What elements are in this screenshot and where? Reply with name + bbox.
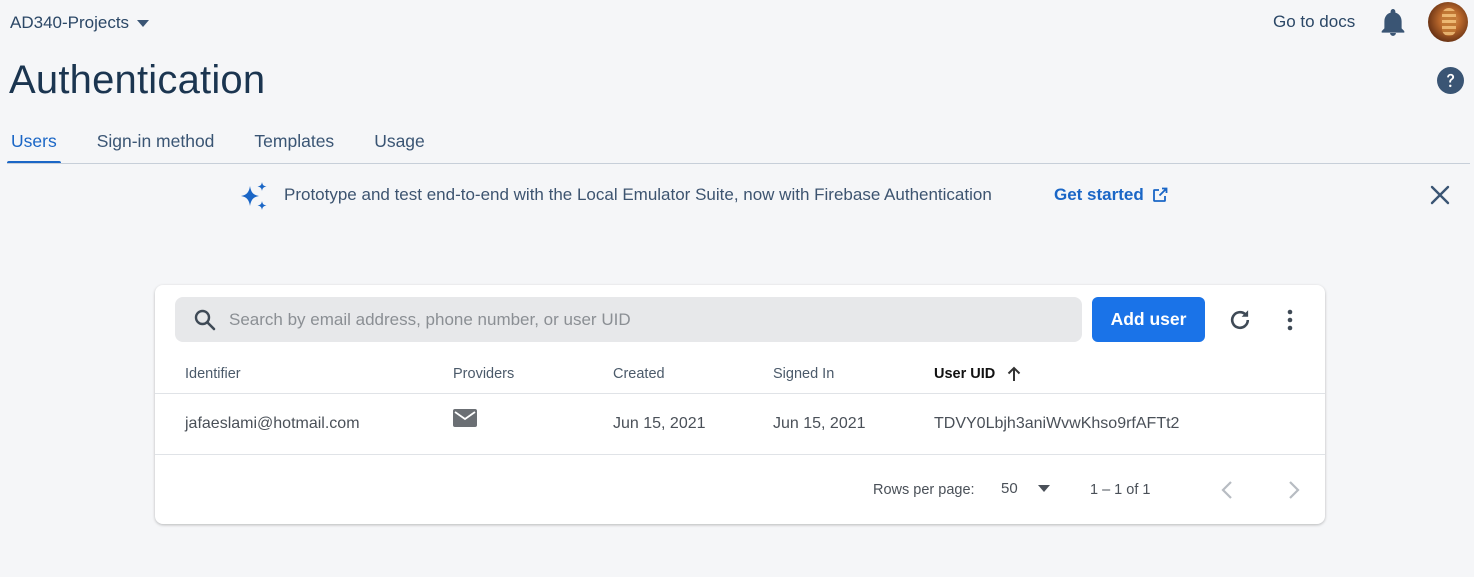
tab-bar: Users Sign-in method Templates Usage	[7, 128, 461, 164]
tab-templates[interactable]: Templates	[250, 128, 338, 164]
column-header-providers[interactable]: Providers	[453, 366, 514, 382]
caret-down-icon	[1037, 485, 1050, 492]
rows-per-page-select[interactable]: 50	[1001, 480, 1050, 497]
help-icon[interactable]	[1437, 67, 1464, 94]
column-header-user-uid-label: User UID	[934, 366, 996, 382]
tab-usage[interactable]: Usage	[370, 128, 429, 164]
arrow-up-icon	[1008, 366, 1021, 381]
close-icon[interactable]	[1428, 183, 1452, 207]
chevron-right-icon[interactable]	[1283, 478, 1303, 502]
search-bar[interactable]	[175, 297, 1082, 342]
column-header-identifier[interactable]: Identifier	[185, 366, 241, 382]
caret-down-icon	[137, 19, 150, 27]
search-input[interactable]	[229, 309, 1069, 330]
mail-icon	[453, 409, 477, 427]
get-started-link[interactable]: Get started	[1054, 185, 1168, 205]
column-header-created[interactable]: Created	[613, 366, 665, 382]
pagination-range: 1 – 1 of 1	[1090, 482, 1151, 498]
sparkle-icon	[241, 182, 267, 210]
row-created: Jun 15, 2021	[613, 415, 706, 432]
chevron-left-icon[interactable]	[1218, 478, 1238, 502]
column-header-signed-in[interactable]: Signed In	[773, 366, 834, 382]
refresh-icon[interactable]	[1227, 307, 1253, 333]
tab-users[interactable]: Users	[7, 128, 61, 164]
row-user-uid: TDVY0Lbjh3aniWvwKhso9rfAFTt2	[934, 415, 1180, 432]
row-divider	[155, 454, 1325, 455]
header-divider	[155, 393, 1325, 394]
row-signed-in: Jun 15, 2021	[773, 415, 866, 432]
project-selector[interactable]: AD340-Projects	[10, 12, 150, 34]
add-user-button[interactable]: Add user	[1092, 297, 1205, 342]
external-link-icon	[1152, 187, 1168, 202]
row-identifier: jafaeslami@hotmail.com	[185, 415, 360, 432]
tab-sign-in-method[interactable]: Sign-in method	[93, 128, 219, 164]
rows-per-page-value: 50	[1001, 480, 1018, 497]
more-options-icon[interactable]	[1280, 307, 1300, 333]
column-header-user-uid[interactable]: User UID	[934, 366, 1021, 382]
get-started-label: Get started	[1054, 185, 1144, 204]
users-table-card: Add user Identifier Providers Created Si…	[155, 285, 1325, 524]
go-to-docs-link[interactable]: Go to docs	[1273, 12, 1355, 32]
page-title: Authentication	[9, 58, 266, 102]
bell-icon[interactable]	[1380, 9, 1406, 37]
project-name: AD340-Projects	[10, 13, 130, 32]
rows-per-page-label: Rows per page:	[873, 482, 975, 498]
search-icon	[194, 309, 216, 330]
tab-divider	[7, 163, 1470, 164]
avatar[interactable]	[1428, 2, 1468, 42]
banner-text: Prototype and test end-to-end with the L…	[284, 185, 992, 204]
